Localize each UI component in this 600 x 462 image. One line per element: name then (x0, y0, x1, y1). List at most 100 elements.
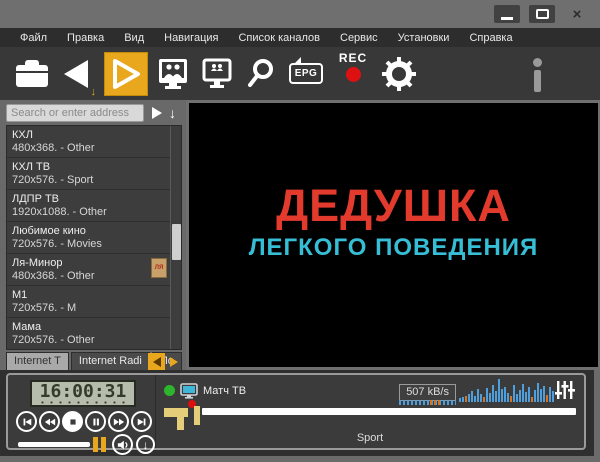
spectrum-bar (495, 391, 497, 402)
tab-scroll-right-button[interactable] (165, 353, 182, 370)
playlist-tab[interactable]: Internet T (6, 352, 69, 370)
info-icon (533, 58, 542, 67)
spectrum-bar (483, 397, 485, 402)
rewind-button[interactable] (39, 411, 60, 432)
menu-item[interactable]: Список каналов (228, 30, 330, 46)
spectrum-bar (510, 396, 512, 402)
record-icon (346, 67, 361, 82)
display-icon (201, 57, 233, 91)
channel-list-item[interactable]: Мама720x576. - Other (7, 318, 170, 349)
epg-icon: EPG (289, 63, 324, 84)
epg-button[interactable]: EPG (286, 50, 326, 98)
search-row: ↓ (6, 104, 182, 122)
minimize-button[interactable] (494, 5, 520, 23)
timeshift-buffer (164, 408, 188, 417)
pause-icon (90, 416, 102, 428)
rewind-icon (44, 416, 56, 428)
skip-start-icon (21, 416, 33, 428)
channel-list-item[interactable]: Любимое кино720x576. - Movies (7, 222, 170, 254)
stop-button[interactable] (62, 411, 83, 432)
channel-list-item[interactable]: КХЛ480x368. - Other (7, 126, 170, 158)
play-button[interactable]: ↓ (104, 52, 148, 96)
monitor-icon (180, 383, 198, 399)
channel-list-item[interactable]: Ля-Минор480x368. - OtherЛЯ (7, 254, 170, 286)
seek-bar[interactable] (202, 408, 576, 415)
menu-item[interactable]: Сервис (330, 30, 388, 46)
menu-item[interactable]: Навигация (154, 30, 228, 46)
channel-name: М1 (12, 289, 166, 302)
equalizer-icon[interactable] (554, 379, 576, 401)
spectrum-bar (513, 385, 515, 402)
search-button[interactable] (242, 50, 280, 98)
skip-start-button[interactable] (16, 411, 37, 432)
record-button[interactable]: REC (332, 50, 374, 98)
seek-position-mark[interactable] (194, 406, 200, 425)
video-screen[interactable]: ДЕДУШКА ЛЕГКОГО ПОВЕДЕНИЯ (189, 103, 598, 367)
spectrum-bar (516, 394, 518, 402)
dropdown-arrow-icon[interactable]: ↓ (169, 106, 176, 120)
spectrum-bar (477, 389, 479, 402)
menu-item[interactable]: Установки (388, 30, 460, 46)
channel-list-item[interactable]: М1720x576. - М (7, 286, 170, 318)
settings-button[interactable] (380, 50, 418, 98)
search-input[interactable] (6, 104, 144, 122)
spectrum-bar (468, 394, 470, 402)
bitrate-value: 507 kB/s (399, 384, 456, 401)
seek-row (164, 405, 576, 431)
status-section: Матч ТВ 507 kB/s (156, 375, 584, 448)
info-button[interactable] (532, 51, 542, 99)
screenshot-icon (157, 57, 189, 91)
toolbar: ↓ ↓ (0, 47, 600, 100)
scrollbar-thumb[interactable] (172, 224, 181, 260)
pause-button[interactable] (85, 411, 106, 432)
display-channels-button[interactable] (198, 50, 236, 98)
channel-logo: ЛЯ (151, 258, 167, 278)
timeshift-handle[interactable] (177, 416, 184, 430)
channel-list-wrap: КХЛ480x368. - OtherКХЛ ТВ720x576. - Spor… (6, 125, 182, 350)
spectrum-bar (498, 379, 500, 402)
control-panel: 16:00:31 (6, 373, 586, 450)
channel-name: КХЛ (12, 129, 166, 142)
close-button[interactable]: × (564, 5, 590, 23)
fast-forward-button[interactable] (108, 411, 129, 432)
spectrum-bar (537, 383, 539, 402)
channel-list-item[interactable]: ЛДПР ТВ1920x1088. - Other (7, 190, 170, 222)
menu-item[interactable]: Вид (114, 30, 154, 46)
volume-slider[interactable] (18, 442, 90, 447)
speaker-icon (117, 439, 129, 451)
channel-list-item[interactable]: КХЛ ТВ720x576. - Sport (7, 158, 170, 190)
menu-item[interactable]: Справка (459, 30, 522, 46)
back-icon (64, 60, 88, 88)
playlist-tab[interactable]: Internet Radi (71, 352, 150, 370)
spectrum-bar (519, 390, 521, 402)
menu-item[interactable]: Правка (57, 30, 114, 46)
close-icon: × (573, 7, 582, 22)
bitrate-ticks (399, 400, 456, 405)
channel-info: 480x368. - Other (12, 142, 166, 155)
volume-mark (101, 437, 106, 452)
spectrum-bar (507, 393, 509, 402)
menubar: ФайлПравкаВидНавигацияСписок каналовСерв… (0, 28, 600, 47)
screenshot-button[interactable] (154, 50, 192, 98)
tab-scroll-left-button[interactable] (148, 353, 165, 370)
spectrum-bar (525, 392, 527, 402)
channel-list-scrollbar[interactable] (170, 126, 181, 349)
go-play-icon[interactable] (152, 107, 162, 119)
maximize-button[interactable] (529, 5, 555, 23)
bottom-bar: 16:00:31 (0, 370, 600, 462)
video-title-line2: ЛЕГКОГО ПОВЕДЕНИЯ (249, 236, 539, 260)
spectrum-bar (474, 396, 476, 402)
spectrum-bar (534, 390, 536, 402)
info-icon-bar (534, 70, 541, 92)
skip-end-button[interactable] (131, 411, 152, 432)
mute-button[interactable] (112, 434, 133, 455)
down-arrow-icon: ↓ (143, 439, 149, 451)
panel-collapse-button[interactable]: ↓ (136, 435, 155, 454)
minimize-icon (501, 17, 513, 20)
menu-item[interactable]: Файл (10, 30, 57, 46)
playback-controls (16, 411, 155, 432)
previous-channel-button[interactable]: ↓ (58, 50, 94, 98)
rec-label: REC (339, 52, 367, 64)
settings-gear-icon (381, 56, 417, 92)
open-file-button[interactable] (12, 50, 52, 98)
